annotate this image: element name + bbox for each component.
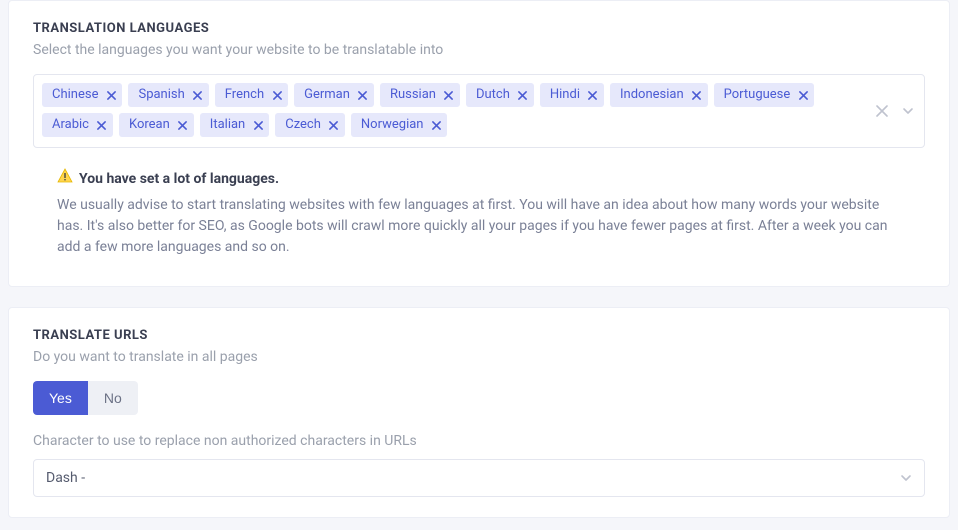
url-char-selected-value: Dash - — [46, 470, 85, 486]
remove-language-icon[interactable] — [798, 90, 808, 100]
language-tag-label: Chinese — [52, 87, 98, 103]
remove-language-icon[interactable] — [431, 120, 441, 130]
language-tag: Korean — [119, 113, 194, 137]
language-tag-label: Czech — [285, 117, 321, 133]
language-tag: German — [294, 83, 374, 107]
language-tag: Hindi — [540, 83, 604, 107]
language-tag-label: Portuguese — [724, 87, 791, 103]
remove-language-icon[interactable] — [272, 90, 282, 100]
language-tag: French — [215, 83, 288, 107]
language-tag-label: French — [225, 87, 264, 103]
translate-urls-toggle: Yes No — [33, 381, 925, 415]
translate-urls-title: TRANSLATE URLS — [33, 328, 925, 343]
remove-language-icon[interactable] — [588, 90, 598, 100]
languages-warning-title: You have set a lot of languages. — [79, 169, 279, 190]
remove-language-icon[interactable] — [97, 120, 107, 130]
remove-language-icon[interactable] — [329, 120, 339, 130]
remove-language-icon[interactable] — [518, 90, 528, 100]
language-tag: Czech — [275, 113, 345, 137]
translate-urls-no-button[interactable]: No — [88, 381, 138, 415]
language-tag-label: Arabic — [52, 117, 89, 133]
remove-language-icon[interactable] — [692, 90, 702, 100]
remove-language-icon[interactable] — [444, 90, 454, 100]
remove-language-icon[interactable] — [106, 90, 116, 100]
language-tag: Portuguese — [714, 83, 815, 107]
language-tag-label: Norwegian — [361, 117, 424, 133]
language-tag-label: Dutch — [476, 87, 510, 103]
translate-urls-subtitle: Do you want to translate in all pages — [33, 349, 925, 365]
language-tag: Dutch — [466, 83, 534, 107]
remove-language-icon[interactable] — [358, 90, 368, 100]
url-char-label: Character to use to replace non authoriz… — [33, 433, 925, 449]
language-tag: Chinese — [42, 83, 122, 107]
language-tag-label: Hindi — [550, 87, 580, 103]
language-tag-label: Spanish — [138, 87, 184, 103]
languages-multi-select[interactable]: Chinese Spanish French German Russian Dutch Hi… — [33, 74, 925, 148]
translation-languages-subtitle: Select the languages you want your websi… — [33, 42, 925, 58]
remove-language-icon[interactable] — [178, 120, 188, 130]
translation-languages-card: TRANSLATION LANGUAGES Select the languag… — [8, 0, 950, 287]
languages-warning: You have set a lot of languages. We usua… — [33, 148, 925, 266]
language-tag: Italian — [200, 113, 269, 137]
language-tag: Norwegian — [351, 113, 448, 137]
language-tag: Spanish — [128, 83, 208, 107]
remove-language-icon[interactable] — [253, 120, 263, 130]
translation-languages-title: TRANSLATION LANGUAGES — [33, 21, 925, 36]
translate-urls-card: TRANSLATE URLS Do you want to translate … — [8, 307, 950, 518]
warning-icon — [57, 168, 73, 191]
language-tag: Arabic — [42, 113, 113, 137]
remove-language-icon[interactable] — [193, 90, 203, 100]
language-tag-label: Indonesian — [620, 87, 684, 103]
translate-urls-yes-button[interactable]: Yes — [33, 381, 88, 415]
language-tag-label: Italian — [210, 117, 245, 133]
language-tag-label: Korean — [129, 117, 170, 133]
language-tag-label: Russian — [390, 87, 436, 103]
url-char-select[interactable]: Dash - — [33, 459, 925, 497]
chevron-down-icon — [900, 472, 912, 484]
languages-warning-body: We usually advise to start translating w… — [57, 195, 901, 258]
language-tag-label: German — [304, 87, 350, 103]
language-tag: Indonesian — [610, 83, 708, 107]
chevron-down-icon[interactable] — [902, 105, 914, 117]
clear-all-icon[interactable] — [876, 105, 888, 117]
language-tag: Russian — [380, 83, 460, 107]
